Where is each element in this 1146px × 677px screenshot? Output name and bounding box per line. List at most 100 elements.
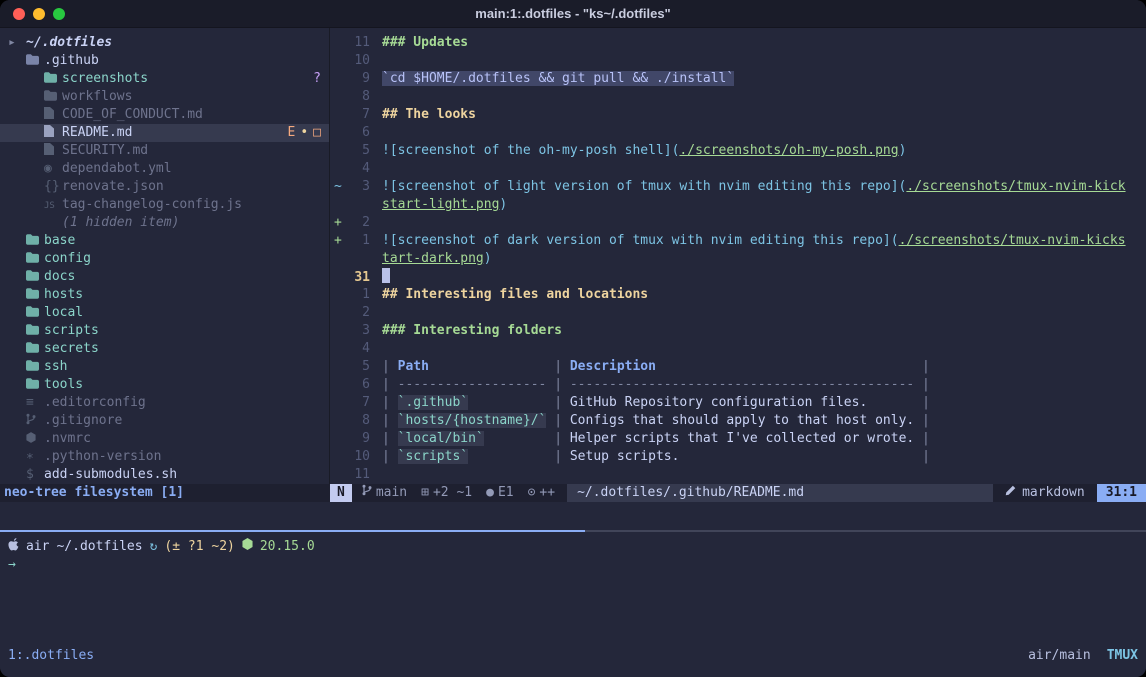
editor-line[interactable]: 4 xyxy=(330,340,1146,358)
tree-item-label: .gitignore xyxy=(44,413,122,428)
tree-item-.nvmrc[interactable]: .nvmrc xyxy=(0,430,329,448)
text-segment: Configs that should apply to that host o… xyxy=(570,413,914,428)
tree-item-ssh[interactable]: ssh xyxy=(0,358,329,376)
editor-line[interactable]: 11 xyxy=(330,466,1146,484)
tree-item-docs[interactable]: docs xyxy=(0,268,329,286)
tree-item-renovate.json[interactable]: {}renovate.json xyxy=(0,178,329,196)
tree-item-label: local xyxy=(44,305,83,320)
editor-line[interactable]: 11### Updates xyxy=(330,34,1146,52)
tree-item-security.md[interactable]: SECURITY.md xyxy=(0,142,329,160)
line-number: 4 xyxy=(346,340,370,358)
editor-line[interactable]: 1 ## Interesting files and locations xyxy=(330,286,1146,304)
tree-item-config[interactable]: config xyxy=(0,250,329,268)
editor-line[interactable]: 5| Path | Description | xyxy=(330,358,1146,376)
tree-item-code_of_conduct.md[interactable]: CODE_OF_CONDUCT.md xyxy=(0,106,329,124)
tree-item-tools[interactable]: tools xyxy=(0,376,329,394)
tree-item-tag-changelog-config.js[interactable]: JStag-changelog-config.js xyxy=(0,196,329,214)
tree-item-hosts[interactable]: hosts xyxy=(0,286,329,304)
editor-line[interactable]: 4 xyxy=(330,160,1146,178)
text-segment: `.github` xyxy=(398,395,468,410)
text-segment: ### Updates xyxy=(382,35,468,50)
tree-item-.github[interactable]: .github xyxy=(0,52,329,70)
text-segment: start-light.png xyxy=(382,197,499,212)
tree-item-readme.md[interactable]: README.mdE•□ xyxy=(0,124,329,142)
editor-line[interactable]: start-light.png) xyxy=(330,196,1146,214)
tree-item-.editorconfig[interactable]: ≡.editorconfig xyxy=(0,394,329,412)
zoom-button[interactable] xyxy=(53,8,65,20)
text-segment: Setup scripts. xyxy=(570,449,680,464)
text-segment: | xyxy=(484,431,570,446)
text-segment: `hosts/{hostname}/` xyxy=(398,413,547,428)
git-status-marker: E xyxy=(288,124,296,142)
close-button[interactable] xyxy=(13,8,25,20)
editor-pane[interactable]: 11### Updates109`cd $HOME/.dotfiles && g… xyxy=(330,28,1146,484)
text-segment: ) xyxy=(484,251,492,266)
folder-icon xyxy=(26,250,44,268)
tree-item-label: README.md xyxy=(62,125,132,140)
text-segment: ----------------------------------------… xyxy=(570,377,914,392)
folder-icon xyxy=(26,322,44,340)
text-segment: | xyxy=(656,359,930,374)
editor-line[interactable]: +2 xyxy=(330,214,1146,232)
text-segment: | xyxy=(382,413,398,428)
tree-item-workflows[interactable]: workflows xyxy=(0,88,329,106)
editor-line[interactable]: 9`cd $HOME/.dotfiles && git pull && ./in… xyxy=(330,70,1146,88)
diff-icon: ⊞ xyxy=(421,484,429,502)
tree-item-label: .github xyxy=(44,53,99,68)
terminal-window: main:1:.dotfiles - "ks~/.dotfiles" ▸~/.d… xyxy=(0,0,1146,677)
text-segment: GitHub Repository configuration files. xyxy=(570,395,867,410)
neotree-status: neo-tree filesystem [1] xyxy=(0,484,330,502)
text-segment: tart-dark.png xyxy=(382,251,484,266)
editor-line[interactable]: 6| ------------------- | ---------------… xyxy=(330,376,1146,394)
neotree-panel[interactable]: ▸~/.dotfiles.github screenshots?workflows… xyxy=(0,28,330,484)
editor-line[interactable]: 8| `hosts/{hostname}/` | Configs that sh… xyxy=(330,412,1146,430)
tree-item-base[interactable]: base xyxy=(0,232,329,250)
editor-line[interactable]: 10| `scripts` | Setup scripts. | xyxy=(330,448,1146,466)
text-segment: ### Interesting folders xyxy=(382,323,562,338)
tree-item-.python-version[interactable]: ∗.python-version xyxy=(0,448,329,466)
editor-line[interactable]: 31 xyxy=(330,268,1146,286)
editor-line[interactable]: 10 xyxy=(330,52,1146,70)
editor-line[interactable]: 7| `.github` | GitHub Repository configu… xyxy=(330,394,1146,412)
text-segment: | xyxy=(914,413,930,428)
tree-item-label: dependabot.yml xyxy=(62,161,172,176)
tree-item-label: hosts xyxy=(44,287,83,302)
editor-line[interactable]: 6 xyxy=(330,124,1146,142)
editor-line[interactable]: 5![screenshot of the oh-my-posh shell](.… xyxy=(330,142,1146,160)
text-segment: `local/bin` xyxy=(398,431,484,446)
tree-item--.dotfiles[interactable]: ▸~/.dotfiles xyxy=(0,34,329,52)
shell-pane[interactable]: air ~/.dotfiles ↻ (± ?1 ~2) 20.15.0 → xyxy=(0,532,1146,645)
statusline-token-text: main xyxy=(376,484,407,502)
tmux-window-item[interactable]: 1:.dotfiles xyxy=(8,647,94,665)
text-segment: ## Interesting files and locations xyxy=(382,287,648,302)
git-status-marker: • xyxy=(300,124,308,142)
tree-item-local[interactable]: local xyxy=(0,304,329,322)
text-segment: | xyxy=(382,431,398,446)
tree-item-.gitignore[interactable]: .gitignore xyxy=(0,412,329,430)
line-number: 1 xyxy=(346,286,370,304)
editor-line[interactable]: 3### Interesting folders xyxy=(330,322,1146,340)
folder-icon xyxy=(26,268,44,286)
editor-line[interactable]: 9| `local/bin` | Helper scripts that I'v… xyxy=(330,430,1146,448)
tree-item-add-submodules.sh[interactable]: $add-submodules.sh xyxy=(0,466,329,484)
editor-line[interactable]: ~3![screenshot of light version of tmux … xyxy=(330,178,1146,196)
tree-item-secrets[interactable]: secrets xyxy=(0,340,329,358)
file-icon xyxy=(44,124,62,142)
editor-line[interactable]: +1![screenshot of dark version of tmux w… xyxy=(330,232,1146,250)
tree-item-scripts[interactable]: scripts xyxy=(0,322,329,340)
editor-line[interactable]: 8 xyxy=(330,88,1146,106)
minimize-button[interactable] xyxy=(33,8,45,20)
editor-line[interactable]: 7## The looks xyxy=(330,106,1146,124)
tree-item--1-hidden-item-[interactable]: (1 hidden item) xyxy=(0,214,329,232)
text-segment: ./screenshots/oh-my-posh.png xyxy=(679,143,898,158)
file-icon xyxy=(44,142,62,160)
tree-item-dependabot.yml[interactable]: ◉dependabot.yml xyxy=(0,160,329,178)
line-number: 31 xyxy=(346,269,370,287)
tree-item-screenshots[interactable]: screenshots? xyxy=(0,70,329,88)
braces-icon: {} xyxy=(44,178,62,196)
line-number: 7 xyxy=(346,106,370,124)
editor-line[interactable]: 2 xyxy=(330,304,1146,322)
line-number: 2 xyxy=(346,214,370,232)
editor-line[interactable]: tart-dark.png) xyxy=(330,250,1146,268)
filetype-label: markdown xyxy=(1022,484,1085,502)
